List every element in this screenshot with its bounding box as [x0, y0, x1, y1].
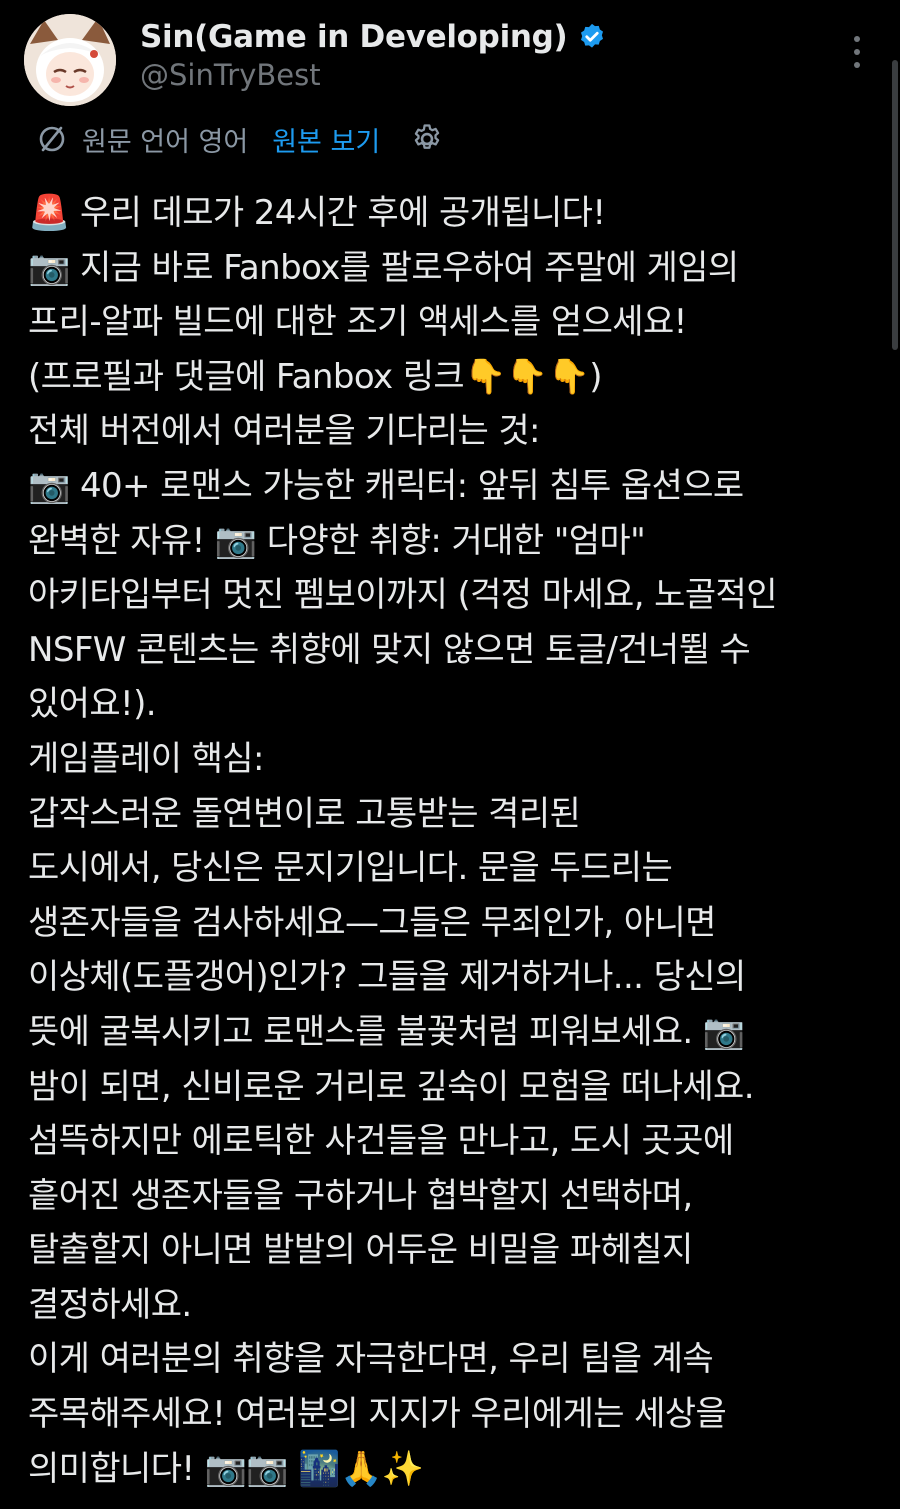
- anime-character-avatar-icon: [24, 14, 116, 106]
- tweet-line: 뜻에 굴복시키고 로맨스를 불꽃처럼 피워보세요. 📷: [28, 1011, 745, 1052]
- tweet-line: 완벽한 자유! 📷 다양한 취향: 거대한 "엄마": [28, 520, 646, 561]
- tweet-text: 🚨 우리 데모가 24시간 후에 공개됩니다! 📷 지금 바로 Fanbox를 …: [28, 186, 878, 1496]
- tweet-line: 결정하세요.: [28, 1284, 192, 1325]
- tweet-line: 탈출할지 아니면 발발의 어두운 비밀을 파헤칠지: [28, 1230, 693, 1271]
- name-row: Sin(Game in Developing): [140, 16, 607, 58]
- tweet-line: 전체 버전에서 여러분을 기다리는 것:: [28, 411, 540, 452]
- tweet-line: 도시에서, 당신은 문지기입니다. 문을 두드리는: [28, 848, 673, 889]
- tweet-line: NSFW 콘텐츠는 취향에 맞지 않으면 토글/건너뛸 수: [28, 629, 751, 670]
- tweet-header: Sin(Game in Developing) @SinTryBest: [0, 0, 900, 120]
- more-dot: [854, 49, 860, 55]
- tweet-line: 섬뜩하지만 에로틱한 사건들을 만나고, 도시 곳곳에: [28, 1121, 734, 1162]
- tweet-line: 의미합니다! 📷📷 🌃🙏✨: [28, 1448, 424, 1489]
- more-dot: [854, 36, 860, 42]
- tweet-line: 갑작스러운 돌연변이로 고통받는 격리된: [28, 793, 581, 834]
- tweet-line: 이게 여러분의 취향을 자극한다면, 우리 팀을 계속: [28, 1339, 714, 1380]
- show-original-link[interactable]: 원본 보기: [272, 120, 380, 159]
- tweet-line: 프리-알파 빌드에 대한 조기 액세스를 얻으세요!: [28, 302, 687, 343]
- gear-icon[interactable]: [410, 122, 444, 156]
- more-options-icon[interactable]: [842, 32, 872, 72]
- tweet-line: 밤이 되면, 신비로운 거리로 깊숙이 모험을 떠나세요.: [28, 1066, 755, 1107]
- scrollbar[interactable]: [892, 60, 898, 350]
- tweet-line: 📷 지금 바로 Fanbox를 팔로우하여 주말에 게임의: [28, 247, 739, 288]
- tweet-line: 흩어진 생존자들을 구하거나 협박할지 선택하며,: [28, 1175, 693, 1216]
- more-dot: [854, 62, 860, 68]
- tweet-line: 아키타입부터 멋진 펨보이까지 (걱정 마세요, 노골적인: [28, 575, 777, 616]
- tweet-line: 주목해주세요! 여러분의 지지가 우리에게는 세상을: [28, 1394, 727, 1435]
- avatar[interactable]: [24, 14, 116, 106]
- user-handle[interactable]: @SinTryBest: [140, 58, 321, 92]
- tweet-line: 이상체(도플갱어)인가? 그들을 제거하거나... 당신의: [28, 957, 746, 998]
- translate-icon: [36, 123, 68, 155]
- translation-label: 원문 언어 영어: [82, 126, 249, 158]
- tweet-line: (프로필과 댓글에 Fanbox 링크👇👇👇): [28, 356, 603, 397]
- tweet-line: 있어요!).: [28, 684, 157, 725]
- translation-bar: 원문 언어 영어 원본 보기: [36, 118, 444, 160]
- tweet-line: 생존자들을 검사하세요—그들은 무죄인가, 아니면: [28, 902, 716, 943]
- tweet-line: 📷 40+ 로맨스 가능한 캐릭터: 앞뒤 침투 옵션으로: [28, 465, 744, 506]
- verified-badge-icon: [577, 22, 607, 52]
- tweet-line: 🚨 우리 데모가 24시간 후에 공개됩니다!: [28, 193, 606, 233]
- tweet-line: 게임플레이 핵심:: [28, 738, 264, 779]
- display-name[interactable]: Sin(Game in Developing): [140, 19, 568, 55]
